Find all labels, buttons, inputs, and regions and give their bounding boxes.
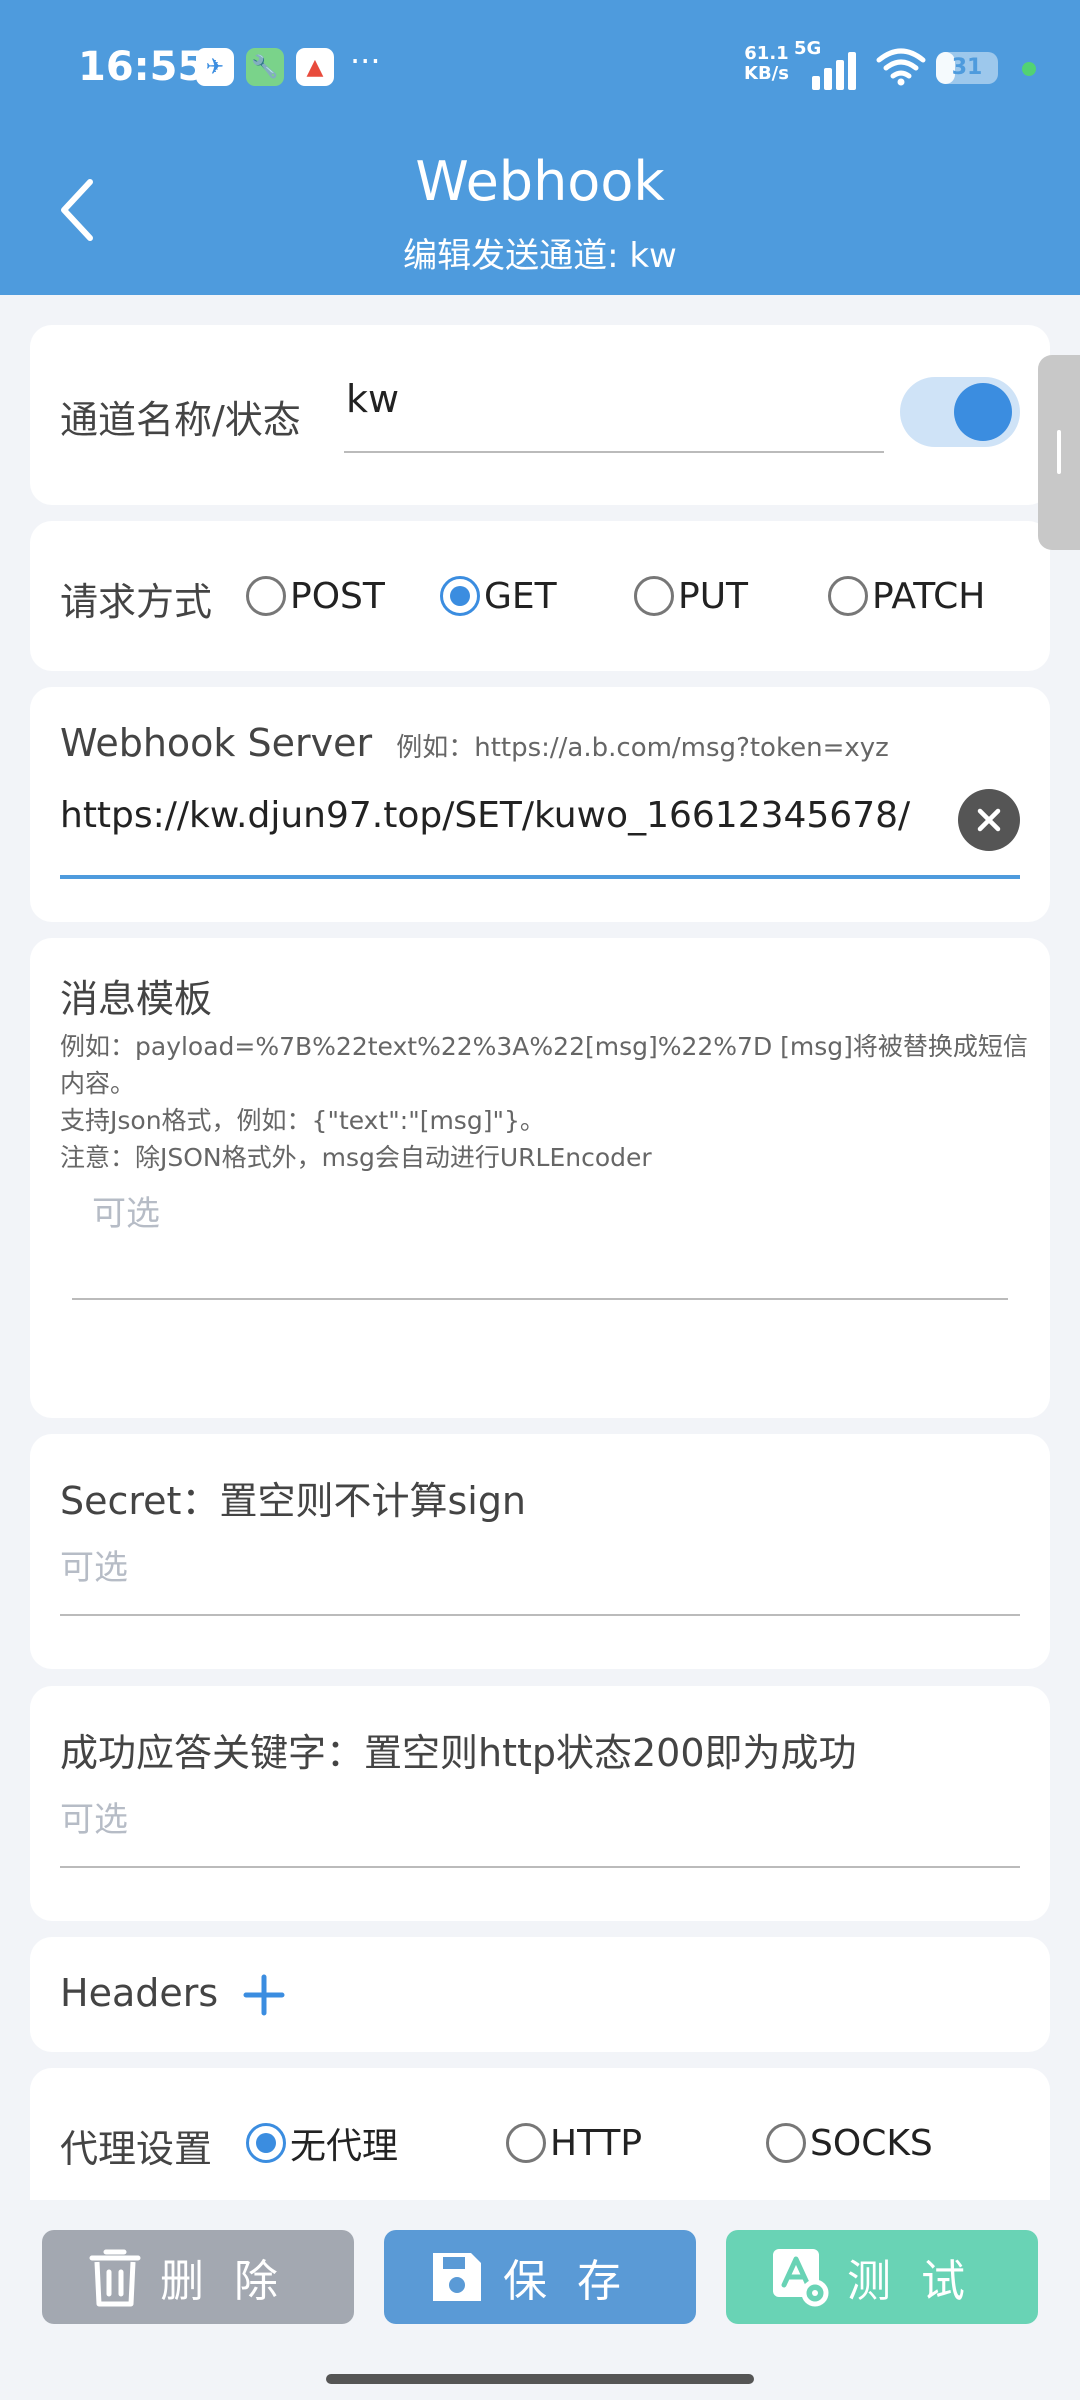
headers-card: Headers — [30, 1937, 1050, 2052]
template-hint: 例如：payload=%7B%22text%22%3A%22[msg]%22%7… — [60, 1028, 1030, 1176]
app-header: 16:55 ✈ 🔧 ▲ ··· 61.1 KB/s 5G 31 Webhook … — [0, 0, 1080, 295]
proxy-card: 代理设置 无代理 HTTP SOCKS — [30, 2068, 1050, 2218]
secret-label: Secret：置空则不计算sign — [60, 1479, 527, 1523]
proxy-option-http[interactable]: HTTP — [506, 2108, 642, 2178]
radio-circle — [634, 576, 674, 616]
method-option-label: PATCH — [872, 575, 986, 617]
method-option-get[interactable]: GET — [440, 561, 557, 631]
paper-plane-app-icon: ✈ — [196, 48, 234, 86]
keyword-placeholder: 可选 — [60, 1800, 128, 1840]
radio-circle — [506, 2123, 546, 2163]
template-hint-line: 支持Json格式，例如：{"text":"[msg]"}。 — [60, 1106, 545, 1135]
server-card: Webhook Server 例如：https://a.b.com/msg?to… — [30, 687, 1050, 922]
channel-card: 通道名称/状态 kw — [30, 325, 1050, 505]
wifi-icon — [876, 48, 926, 86]
template-card: 消息模板 例如：payload=%7B%22text%22%3A%22[msg]… — [30, 938, 1050, 1418]
secret-input[interactable]: 可选 — [60, 1534, 1020, 1616]
save-button-label: 保存 — [503, 2256, 651, 2307]
keyword-card: 成功应答关键字：置空则http状态200即为成功 可选 — [30, 1686, 1050, 1921]
clear-input-button[interactable] — [958, 789, 1020, 851]
secret-card: Secret：置空则不计算sign 可选 — [30, 1434, 1050, 1669]
method-radio-group: POST GET PUT PATCH — [246, 561, 1046, 631]
method-option-put[interactable]: PUT — [634, 561, 748, 631]
delete-button[interactable]: 删除 — [42, 2230, 354, 2324]
server-url-input[interactable]: https://kw.djun97.top/SET/kuwo_166123456… — [60, 785, 1020, 879]
network-speed-unit: KB/s — [744, 63, 789, 84]
method-option-patch[interactable]: PATCH — [828, 561, 985, 631]
headers-label: Headers — [60, 1971, 219, 2015]
status-more-icon: ··· — [350, 42, 381, 80]
template-placeholder: 可选 — [92, 1194, 160, 1234]
test-button[interactable]: 测试 — [726, 2230, 1038, 2324]
page-subtitle: 编辑发送通道: kw — [403, 236, 677, 276]
delete-button-label: 删除 — [160, 2256, 308, 2307]
charging-dot — [1022, 62, 1036, 76]
test-gear-icon — [769, 2247, 829, 2307]
channel-label: 通道名称/状态 — [60, 398, 301, 442]
radio-circle-selected — [246, 2123, 286, 2163]
secret-placeholder: 可选 — [60, 1548, 128, 1588]
method-card: 请求方式 POST GET PUT PATCH — [30, 521, 1050, 671]
test-button-label: 测试 — [847, 2256, 995, 2307]
colorful-app-icon: ▲ — [296, 48, 334, 86]
channel-name-value: kw — [346, 377, 400, 421]
proxy-radio-group: 无代理 HTTP SOCKS — [246, 2108, 1046, 2178]
close-icon — [977, 808, 1001, 832]
battery-icon: 31 — [936, 52, 998, 84]
page-title: Webhook — [415, 150, 665, 213]
add-header-icon[interactable] — [242, 1973, 286, 2017]
proxy-option-none[interactable]: 无代理 — [246, 2108, 398, 2178]
proxy-option-socks[interactable]: SOCKS — [766, 2108, 933, 2178]
keyword-input[interactable]: 可选 — [60, 1786, 1020, 1868]
method-option-label: GET — [484, 575, 557, 617]
method-label: 请求方式 — [60, 580, 213, 624]
signal-icon — [812, 50, 862, 90]
wrench-app-icon: 🔧 — [246, 48, 284, 86]
trash-icon — [88, 2246, 142, 2308]
server-url-value: https://kw.djun97.top/SET/kuwo_166123456… — [60, 795, 911, 836]
method-option-label: PUT — [678, 575, 749, 617]
save-button[interactable]: 保存 — [384, 2230, 696, 2324]
method-option-post[interactable]: POST — [246, 561, 385, 631]
method-option-label: POST — [290, 575, 385, 617]
server-label: Webhook Server — [60, 721, 373, 765]
template-label: 消息模板 — [60, 977, 213, 1021]
floppy-disk-icon — [429, 2249, 485, 2305]
scrollbar-handle[interactable] — [1038, 355, 1080, 550]
server-label-row: Webhook Server 例如：https://a.b.com/msg?to… — [60, 721, 889, 765]
status-time: 16:55 — [78, 44, 206, 90]
home-indicator[interactable] — [326, 2374, 754, 2384]
action-bar: 删除 保存 测试 — [0, 2200, 1080, 2400]
radio-circle-selected — [440, 576, 480, 616]
proxy-option-label: 无代理 — [290, 2126, 399, 2167]
network-speed-value: 61.1 — [744, 43, 789, 64]
template-hint-line: 例如：payload=%7B%22text%22%3A%22[msg]%22%7… — [60, 1032, 1028, 1061]
proxy-label: 代理设置 — [60, 2127, 213, 2171]
proxy-option-label: HTTP — [550, 2122, 643, 2164]
channel-enabled-toggle[interactable] — [900, 377, 1020, 447]
radio-circle — [766, 2123, 806, 2163]
keyword-label: 成功应答关键字：置空则http状态200即为成功 — [60, 1731, 857, 1775]
toggle-knob — [954, 383, 1012, 441]
network-speed: 61.1 KB/s — [744, 44, 789, 84]
channel-name-input[interactable]: kw — [344, 377, 884, 453]
server-hint: 例如：https://a.b.com/msg?token=xyz — [396, 733, 889, 763]
radio-circle — [246, 576, 286, 616]
template-input[interactable]: 可选 — [72, 1186, 1008, 1300]
proxy-option-label: SOCKS — [810, 2122, 933, 2164]
template-hint-line: 注意：除JSON格式外，msg会自动进行URLEncoder — [60, 1143, 652, 1172]
battery-level: 31 — [951, 55, 983, 80]
template-hint-line: 内容。 — [60, 1069, 136, 1098]
radio-circle — [828, 576, 868, 616]
